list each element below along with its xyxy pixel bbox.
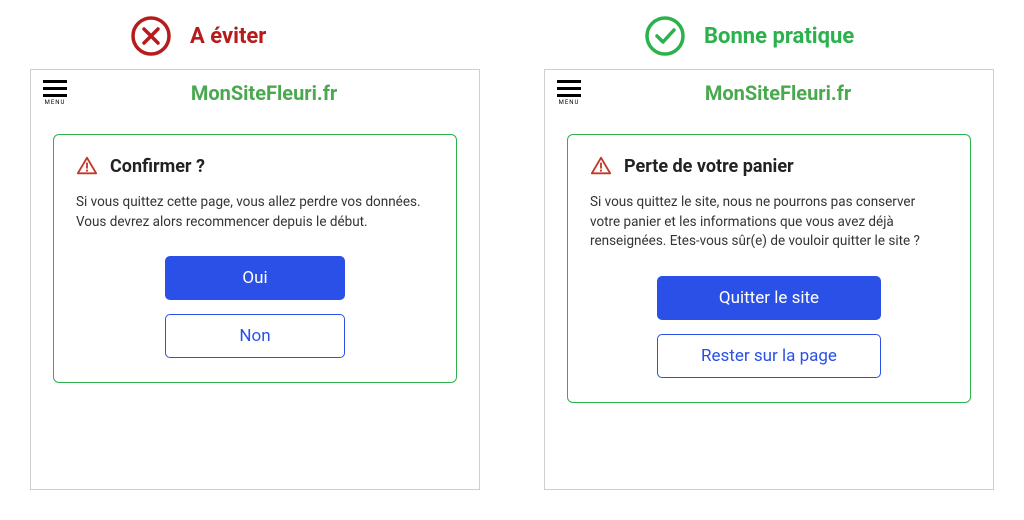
site-title: MonSiteFleuri.fr: [605, 81, 951, 105]
bad-dialog: Confirmer ? Si vous quittez cette page, …: [53, 134, 457, 383]
mockup-navbar: MENU MonSiteFleuri.fr: [545, 70, 993, 116]
bad-cancel-button[interactable]: Non: [165, 314, 345, 358]
bad-example-label: A éviter: [190, 24, 266, 49]
good-mockup-frame: MENU MonSiteFleuri.fr Perte de votre pan…: [544, 69, 994, 490]
bad-button-stack: Oui Non: [76, 256, 434, 358]
warning-triangle-icon: [590, 155, 612, 177]
bad-dialog-body: Si vous quittez cette page, vous allez p…: [76, 193, 434, 232]
hamburger-icon: [557, 80, 581, 97]
good-example-label: Bonne pratique: [704, 24, 854, 49]
menu-label: MENU: [559, 99, 580, 106]
menu-button[interactable]: MENU: [557, 80, 581, 106]
site-title: MonSiteFleuri.fr: [91, 81, 437, 105]
good-dialog: Perte de votre panier Si vous quittez le…: [567, 134, 971, 403]
good-leave-button[interactable]: Quitter le site: [657, 276, 881, 320]
bad-example-column: A éviter MENU MonSiteFleuri.fr Confirmer…: [30, 15, 480, 490]
good-example-header: Bonne pratique: [544, 15, 994, 57]
dialog-title-row: Confirmer ?: [76, 155, 434, 177]
hamburger-icon: [43, 80, 67, 97]
good-button-stack: Quitter le site Rester sur la page: [590, 276, 948, 378]
bad-example-header: A éviter: [30, 15, 480, 57]
good-dialog-title: Perte de votre panier: [624, 156, 794, 177]
warning-triangle-icon: [76, 155, 98, 177]
cross-circle-icon: [130, 15, 172, 57]
good-stay-button[interactable]: Rester sur la page: [657, 334, 881, 378]
dialog-title-row: Perte de votre panier: [590, 155, 948, 177]
check-circle-icon: [644, 15, 686, 57]
menu-button[interactable]: MENU: [43, 80, 67, 106]
mockup-navbar: MENU MonSiteFleuri.fr: [31, 70, 479, 116]
good-example-column: Bonne pratique MENU MonSiteFleuri.fr Per…: [544, 15, 994, 490]
bad-dialog-title: Confirmer ?: [110, 156, 205, 177]
bad-confirm-button[interactable]: Oui: [165, 256, 345, 300]
good-dialog-body: Si vous quittez le site, nous ne pourron…: [590, 193, 948, 252]
bad-mockup-frame: MENU MonSiteFleuri.fr Confirmer ? Si vou…: [30, 69, 480, 490]
menu-label: MENU: [45, 99, 66, 106]
